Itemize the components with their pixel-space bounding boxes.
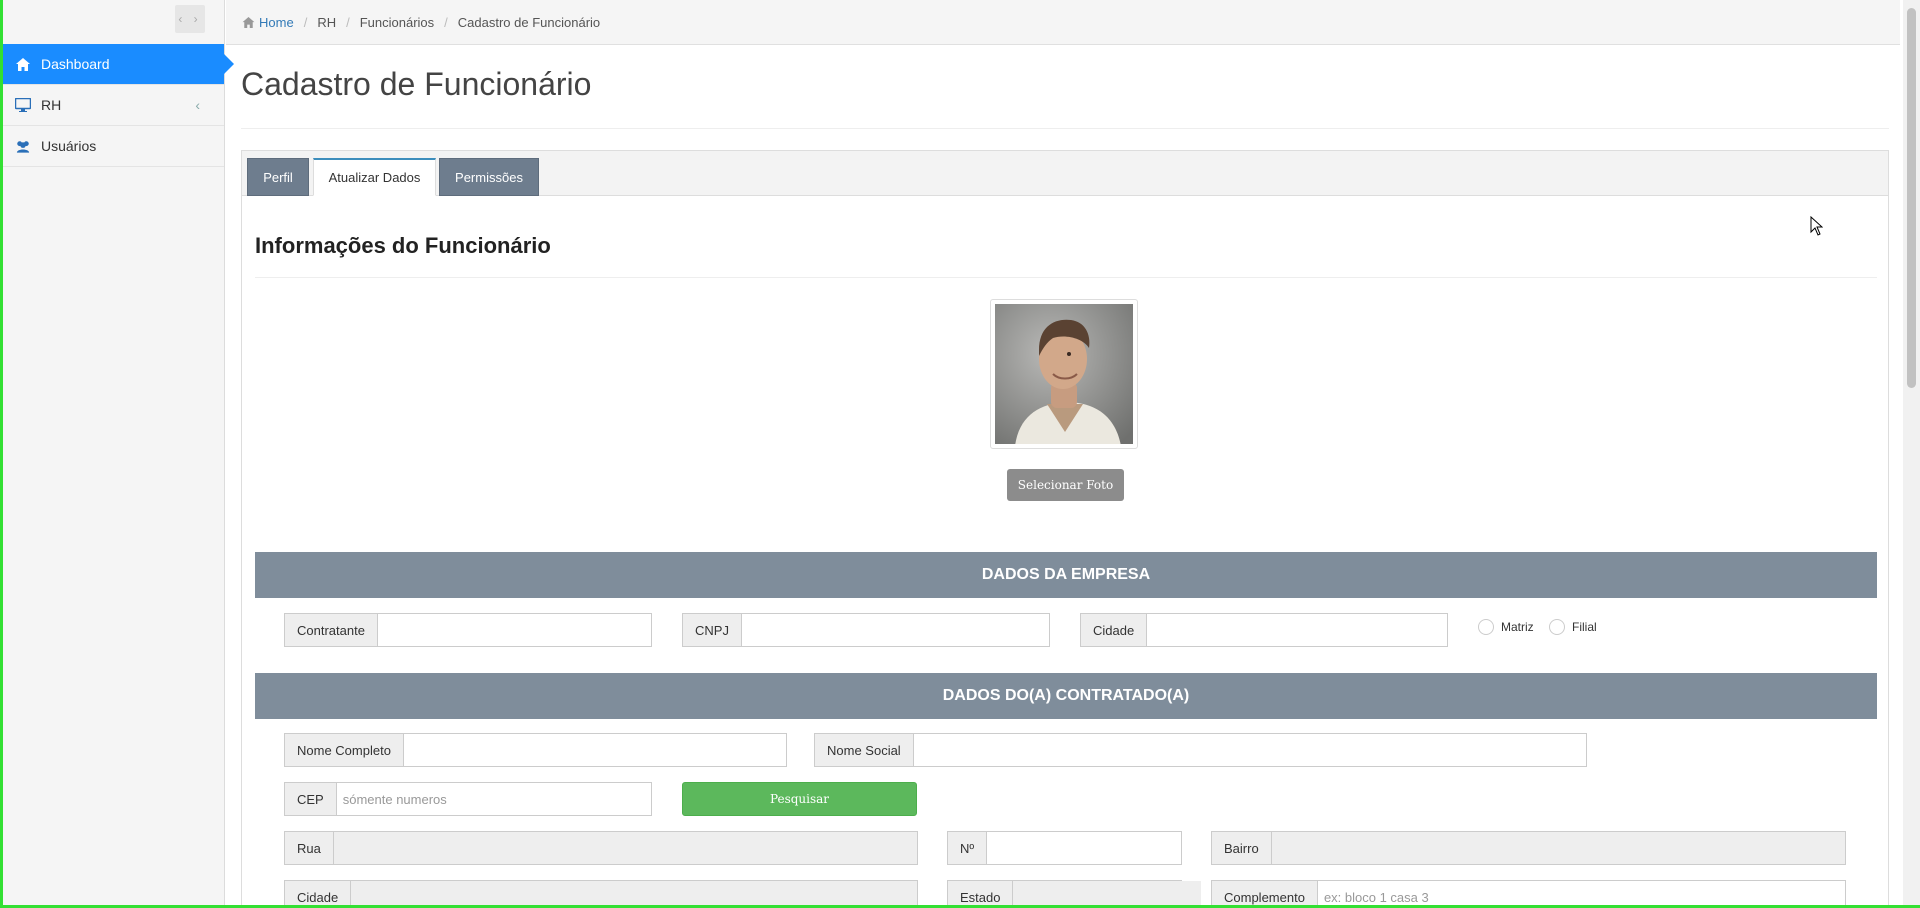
title-divider	[241, 128, 1889, 129]
radio-matriz-label: Matriz	[1501, 620, 1534, 634]
breadcrumb: Home / RH / Funcionários / Cadastro de F…	[226, 0, 1900, 45]
contratante-label: Contratante	[285, 614, 378, 646]
sidebar-item-label: Usuários	[41, 138, 97, 154]
section-title: Informações do Funcionário	[255, 233, 551, 258]
estado-group: Estado	[947, 880, 1202, 908]
cnpj-group: CNPJ	[682, 613, 1050, 647]
complemento-label: Complemento	[1212, 881, 1318, 908]
sidebar-item-label: RH	[41, 97, 62, 113]
breadcrumb-rh[interactable]: RH	[317, 15, 336, 30]
sidebar-header: ‹ ›	[0, 0, 224, 44]
tab-perfil[interactable]: Perfil	[247, 158, 309, 196]
select-photo-button[interactable]: Selecionar Foto	[1007, 469, 1124, 501]
home-icon	[15, 57, 31, 71]
employee-cidade-input[interactable]	[351, 881, 917, 908]
rua-label: Rua	[285, 832, 334, 864]
complemento-input[interactable]	[1317, 881, 1845, 908]
estado-input[interactable]	[1013, 881, 1202, 908]
sidebar-item-label: Dashboard	[41, 56, 110, 72]
breadcrumb-home-label: Home	[259, 14, 294, 30]
cep-input[interactable]	[336, 783, 651, 815]
breadcrumb-separator: /	[303, 14, 308, 30]
rua-group: Rua	[284, 831, 918, 865]
section-divider	[255, 277, 1877, 278]
numero-input[interactable]	[987, 832, 1181, 864]
nome-completo-input[interactable]	[403, 734, 786, 766]
nome-social-input[interactable]	[913, 734, 1586, 766]
contratante-group: Contratante	[284, 613, 652, 647]
page-title: Cadastro de Funcionário	[241, 66, 592, 102]
bairro-group: Bairro	[1211, 831, 1846, 865]
users-icon	[15, 140, 31, 153]
radio-circle[interactable]	[1478, 619, 1494, 635]
scrollbar-thumb[interactable]	[1907, 8, 1916, 388]
breadcrumb-current: Cadastro de Funcionário	[457, 14, 601, 30]
monitor-icon	[15, 98, 31, 112]
radio-matriz[interactable]: Matriz	[1478, 619, 1534, 635]
employee-cidade-group: Cidade	[284, 880, 918, 908]
window-border-left	[0, 0, 3, 908]
cep-group: CEP	[284, 782, 652, 816]
cep-label: CEP	[285, 783, 337, 815]
breadcrumb-separator: /	[444, 14, 448, 30]
chevron-left-icon: ‹	[195, 97, 200, 113]
radio-circle[interactable]	[1549, 619, 1565, 635]
sidebar: ‹ › Dashboard RH ‹ Usuários	[0, 0, 234, 908]
complemento-group: Complemento	[1211, 880, 1846, 908]
company-cidade-label: Cidade	[1081, 614, 1148, 646]
company-cidade-input[interactable]	[1147, 614, 1447, 646]
bairro-input[interactable]	[1271, 832, 1845, 864]
nome-social-label: Nome Social	[815, 734, 914, 766]
employee-photo	[995, 304, 1133, 444]
breadcrumb-separator: /	[346, 14, 350, 30]
employee-section-header: DADOS DO(A) CONTRATADO(A)	[255, 673, 1877, 719]
cnpj-input[interactable]	[741, 614, 1049, 646]
sidebar-collapse-button[interactable]: ‹ ›	[175, 5, 205, 33]
nome-completo-group: Nome Completo	[284, 733, 787, 767]
cnpj-label: CNPJ	[683, 614, 742, 646]
rua-input[interactable]	[333, 832, 917, 864]
employee-card: Perfil Atualizar Dados Permissões Inform…	[241, 150, 1889, 908]
radio-filial-label: Filial	[1572, 620, 1597, 634]
breadcrumb-funcionarios[interactable]: Funcionários	[360, 15, 434, 30]
numero-group: Nº	[947, 831, 1182, 865]
cep-search-button[interactable]: Pesquisar	[682, 782, 917, 816]
tab-atualizar-dados[interactable]: Atualizar Dados	[313, 158, 436, 196]
nome-social-group: Nome Social	[814, 733, 1587, 767]
vertical-scrollbar[interactable]	[1903, 0, 1920, 905]
nome-completo-label: Nome Completo	[285, 734, 404, 766]
sidebar-item-rh[interactable]: RH ‹	[0, 85, 224, 126]
employee-photo-frame	[990, 299, 1138, 449]
employee-cidade-label: Cidade	[285, 881, 352, 908]
company-cidade-group: Cidade	[1080, 613, 1448, 647]
estado-label: Estado	[948, 881, 1014, 908]
sidebar-item-usuarios[interactable]: Usuários	[0, 126, 224, 167]
numero-label: Nº	[948, 832, 988, 864]
sidebar-item-dashboard[interactable]: Dashboard	[0, 44, 234, 85]
radio-filial[interactable]: Filial	[1549, 619, 1597, 635]
contratante-input[interactable]	[377, 614, 651, 646]
company-section-header: DADOS DA EMPRESA	[255, 552, 1877, 598]
tab-permissoes[interactable]: Permissões	[439, 158, 539, 196]
tab-bar: Perfil Atualizar Dados Permissões	[242, 151, 1888, 196]
bairro-label: Bairro	[1212, 832, 1272, 864]
breadcrumb-home[interactable]: Home	[242, 15, 294, 30]
mouse-cursor-icon	[1810, 216, 1823, 236]
home-icon	[242, 16, 255, 28]
